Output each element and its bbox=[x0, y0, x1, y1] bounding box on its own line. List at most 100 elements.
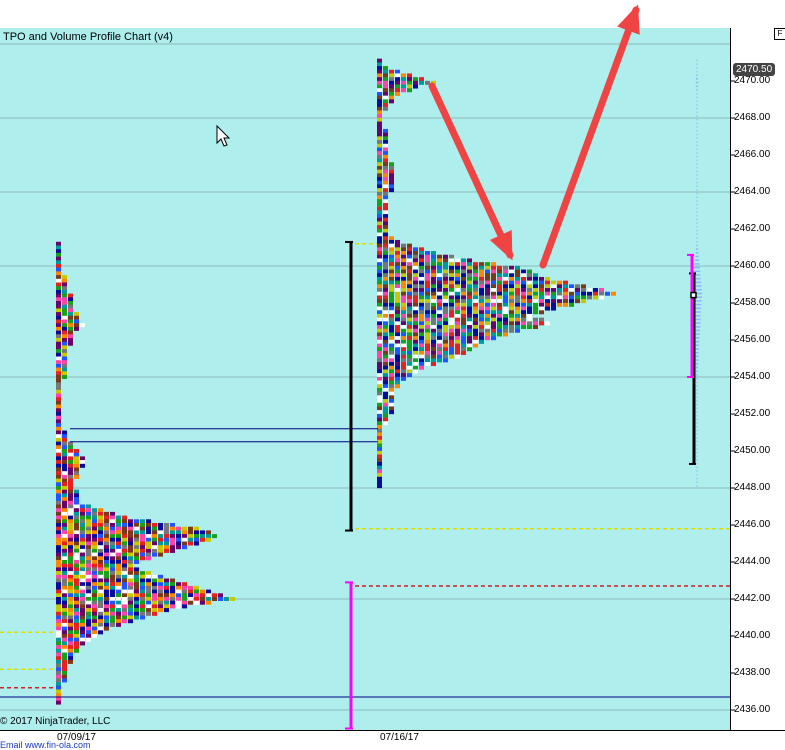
week2-tpo-block bbox=[491, 336, 496, 341]
week2-tpo-block bbox=[377, 106, 382, 111]
volume-profile-bar bbox=[696, 133, 698, 136]
week2-tpo-block bbox=[527, 317, 532, 322]
week1-tpo-block bbox=[62, 275, 67, 280]
week1-tpo-block bbox=[128, 519, 133, 524]
week2-tpo-block bbox=[443, 313, 448, 318]
week2-tpo-block bbox=[515, 288, 520, 293]
chart-overlay bbox=[0, 4, 735, 730]
week2-tpo-block bbox=[491, 262, 496, 267]
week1-tpo-block bbox=[110, 582, 115, 587]
week2-tpo-block bbox=[389, 321, 394, 326]
volume-profile-bar bbox=[696, 222, 698, 224]
week1-tpo-block bbox=[80, 567, 85, 572]
week2-tpo-block bbox=[383, 391, 388, 396]
week1-tpo-block bbox=[182, 593, 187, 598]
week2-tpo-block bbox=[419, 273, 424, 278]
week2-tpo-block bbox=[401, 365, 406, 370]
volume-profile-bar bbox=[696, 455, 698, 458]
week1-tpo-block bbox=[92, 519, 97, 524]
week2-tpo-block bbox=[413, 347, 418, 352]
week2-tpo-block bbox=[443, 328, 448, 333]
week1-tpo-block bbox=[56, 330, 61, 335]
week2-tpo-block bbox=[425, 299, 430, 304]
week2-tpo-block bbox=[479, 291, 484, 296]
week2-tpo-block bbox=[479, 302, 484, 307]
week2-tpo-block bbox=[521, 310, 526, 315]
week1-tpo-block bbox=[62, 530, 67, 535]
week2-tpo-block bbox=[377, 484, 382, 489]
week2-tpo-block bbox=[413, 77, 418, 82]
week2-tpo-block bbox=[443, 276, 448, 281]
week1-tpo-block bbox=[164, 604, 169, 609]
week1-tpo-block bbox=[68, 504, 73, 509]
week2-tpo-block bbox=[491, 288, 496, 293]
week2-tpo-block bbox=[407, 247, 412, 252]
week2-tpo-block bbox=[389, 236, 394, 241]
week2-tpo-block bbox=[419, 313, 424, 318]
week1-tpo-block bbox=[110, 615, 115, 620]
week2-tpo-block bbox=[455, 258, 460, 263]
week1-tpo-block bbox=[152, 541, 157, 546]
volume-profile-bar bbox=[696, 462, 698, 465]
week1-tpo-block bbox=[68, 304, 73, 309]
week2-tpo-block bbox=[401, 265, 406, 270]
week2-tpo-block bbox=[407, 365, 412, 370]
week2-tpo-block bbox=[503, 284, 508, 289]
week2-tpo-block bbox=[581, 299, 586, 304]
week2-tpo-block bbox=[401, 299, 406, 304]
week2-tpo-block bbox=[425, 295, 430, 300]
week2-tpo-block bbox=[383, 214, 388, 219]
week1-tpo-block bbox=[200, 530, 205, 535]
week2-tpo-block bbox=[437, 310, 442, 315]
week1-tpo-block bbox=[116, 615, 121, 620]
week2-tpo-block bbox=[467, 291, 472, 296]
week2-tpo-block bbox=[551, 280, 556, 285]
week1-tpo-block bbox=[80, 589, 85, 594]
week2-tpo-block bbox=[557, 295, 562, 300]
volume-profile-bar bbox=[696, 89, 698, 91]
week1-tpo-block bbox=[128, 548, 133, 553]
week2-tpo-block bbox=[503, 273, 508, 278]
week1-tpo-block bbox=[62, 375, 67, 379]
week1-tpo-block bbox=[134, 611, 139, 616]
footer-link[interactable]: Email www.fin-ola.com bbox=[0, 740, 91, 750]
week2-tpo-block bbox=[383, 373, 388, 378]
week1-tpo-block bbox=[56, 389, 61, 394]
week2-tpo-block bbox=[593, 295, 598, 300]
week2-tpo-block bbox=[383, 265, 388, 270]
week2-tpo-block bbox=[449, 284, 454, 289]
week1-tpo-block bbox=[56, 415, 61, 420]
week2-tpo-block bbox=[503, 321, 508, 326]
week1-tpo-block bbox=[230, 597, 235, 601]
week1-tpo-block bbox=[164, 600, 169, 605]
week2-tpo-block bbox=[383, 88, 388, 93]
week2-tpo-block bbox=[443, 350, 448, 355]
week2-tpo-block bbox=[431, 339, 436, 344]
week1-tpo-block bbox=[74, 574, 79, 579]
week2-tpo-block bbox=[449, 343, 454, 348]
week1-tpo-block bbox=[62, 489, 67, 494]
volume-profile-bar bbox=[696, 229, 698, 232]
week1-tpo-block bbox=[122, 578, 127, 583]
week1-tpo-block bbox=[62, 463, 67, 468]
week1-tpo-block bbox=[62, 622, 67, 627]
panel-corner-button[interactable]: F bbox=[774, 28, 785, 40]
week1-tpo-block bbox=[68, 641, 73, 646]
week2-tpo-block bbox=[437, 336, 442, 341]
week2-tpo-block bbox=[473, 321, 478, 326]
week2-tpo-block bbox=[599, 295, 604, 300]
week2-tpo-block bbox=[461, 310, 466, 315]
week2-tpo-block bbox=[377, 188, 382, 193]
week2-tpo-block bbox=[419, 284, 424, 289]
week2-tpo-block bbox=[413, 336, 418, 341]
week1-tpo-block bbox=[110, 611, 115, 616]
week2-tpo-block bbox=[497, 302, 502, 307]
week1-tpo-block bbox=[134, 567, 139, 572]
week1-tpo-block bbox=[68, 548, 73, 553]
week2-tpo-block bbox=[431, 254, 436, 259]
week1-tpo-block bbox=[62, 341, 67, 346]
week1-tpo-block bbox=[68, 463, 73, 468]
volume-profile-bar bbox=[696, 181, 698, 184]
week2-tpo-block bbox=[449, 302, 454, 307]
week1-tpo-block bbox=[68, 530, 73, 535]
